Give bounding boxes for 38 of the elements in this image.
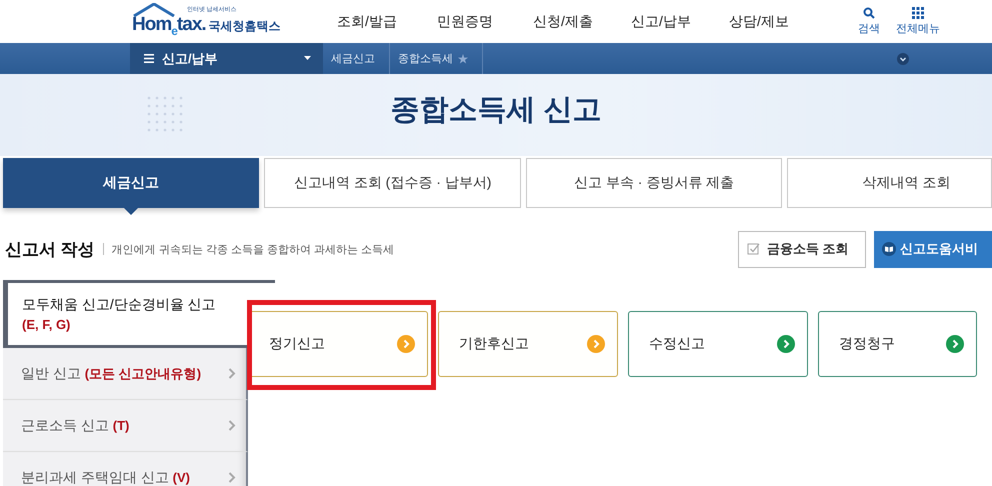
chevron-down-icon[interactable]: [897, 52, 909, 64]
dot-pattern: [145, 94, 185, 134]
page-title: 종합소득세 신고: [390, 93, 602, 128]
side-menu-item[interactable]: 분리과세 주택임대 신고 (V): [3, 452, 248, 486]
tab[interactable]: 신고 부속 · 증빙서류 제출: [526, 158, 782, 208]
chevron-right-icon: [228, 472, 236, 483]
side-menu-item[interactable]: 근로소득 신고 (T): [3, 400, 248, 452]
nav-link[interactable]: 조회/발급: [318, 12, 416, 30]
nav-link[interactable]: 신청/제출: [514, 12, 612, 30]
logo-name: 국세청홈택스: [208, 18, 281, 35]
tab-pointer: [123, 207, 140, 215]
search-button[interactable]: 검색: [858, 7, 880, 36]
side-menu-item[interactable]: 일반 신고 (모든 신고안내유형): [3, 348, 248, 400]
chevron-right-icon: [228, 420, 236, 431]
book-icon: [882, 242, 896, 256]
menu-button[interactable]: 전체메뉴: [896, 7, 940, 36]
chevron-right-icon: [228, 368, 236, 379]
section-description: 개인에게 귀속되는 각종 소득을 종합하여 과세하는 소득세: [112, 242, 394, 256]
logo-wordmark[interactable]: Hom$_{e}$tax.: [132, 14, 206, 38]
tab[interactable]: 신고내역 조회 (접수증 · 납부서): [264, 158, 521, 208]
star-icon[interactable]: [458, 54, 468, 64]
tab[interactable]: 삭제내역 조회: [787, 158, 992, 208]
nav-link[interactable]: 상담/제보: [710, 12, 808, 30]
menu-icon: [912, 7, 924, 19]
help-button[interactable]: 신고도움서비: [874, 230, 992, 268]
option-card[interactable]: 수정신고: [628, 311, 808, 377]
nav-link[interactable]: 민원증명: [416, 12, 514, 30]
house-roof-icon: [132, 2, 176, 17]
caret-icon: [304, 56, 311, 61]
option-card[interactable]: 기한후신고: [438, 311, 618, 377]
menu-dropdown[interactable]: 신고/납부: [130, 43, 323, 74]
checkbox-icon: [747, 242, 761, 256]
nav-link[interactable]: 신고/납부: [612, 12, 710, 30]
search-icon: [863, 7, 875, 19]
section-title: 신고서 작성: [5, 238, 95, 260]
lookup-button[interactable]: 금융소득 조회: [738, 230, 866, 268]
option-card[interactable]: 경정청구: [818, 311, 977, 377]
menu-icon: [144, 54, 154, 63]
